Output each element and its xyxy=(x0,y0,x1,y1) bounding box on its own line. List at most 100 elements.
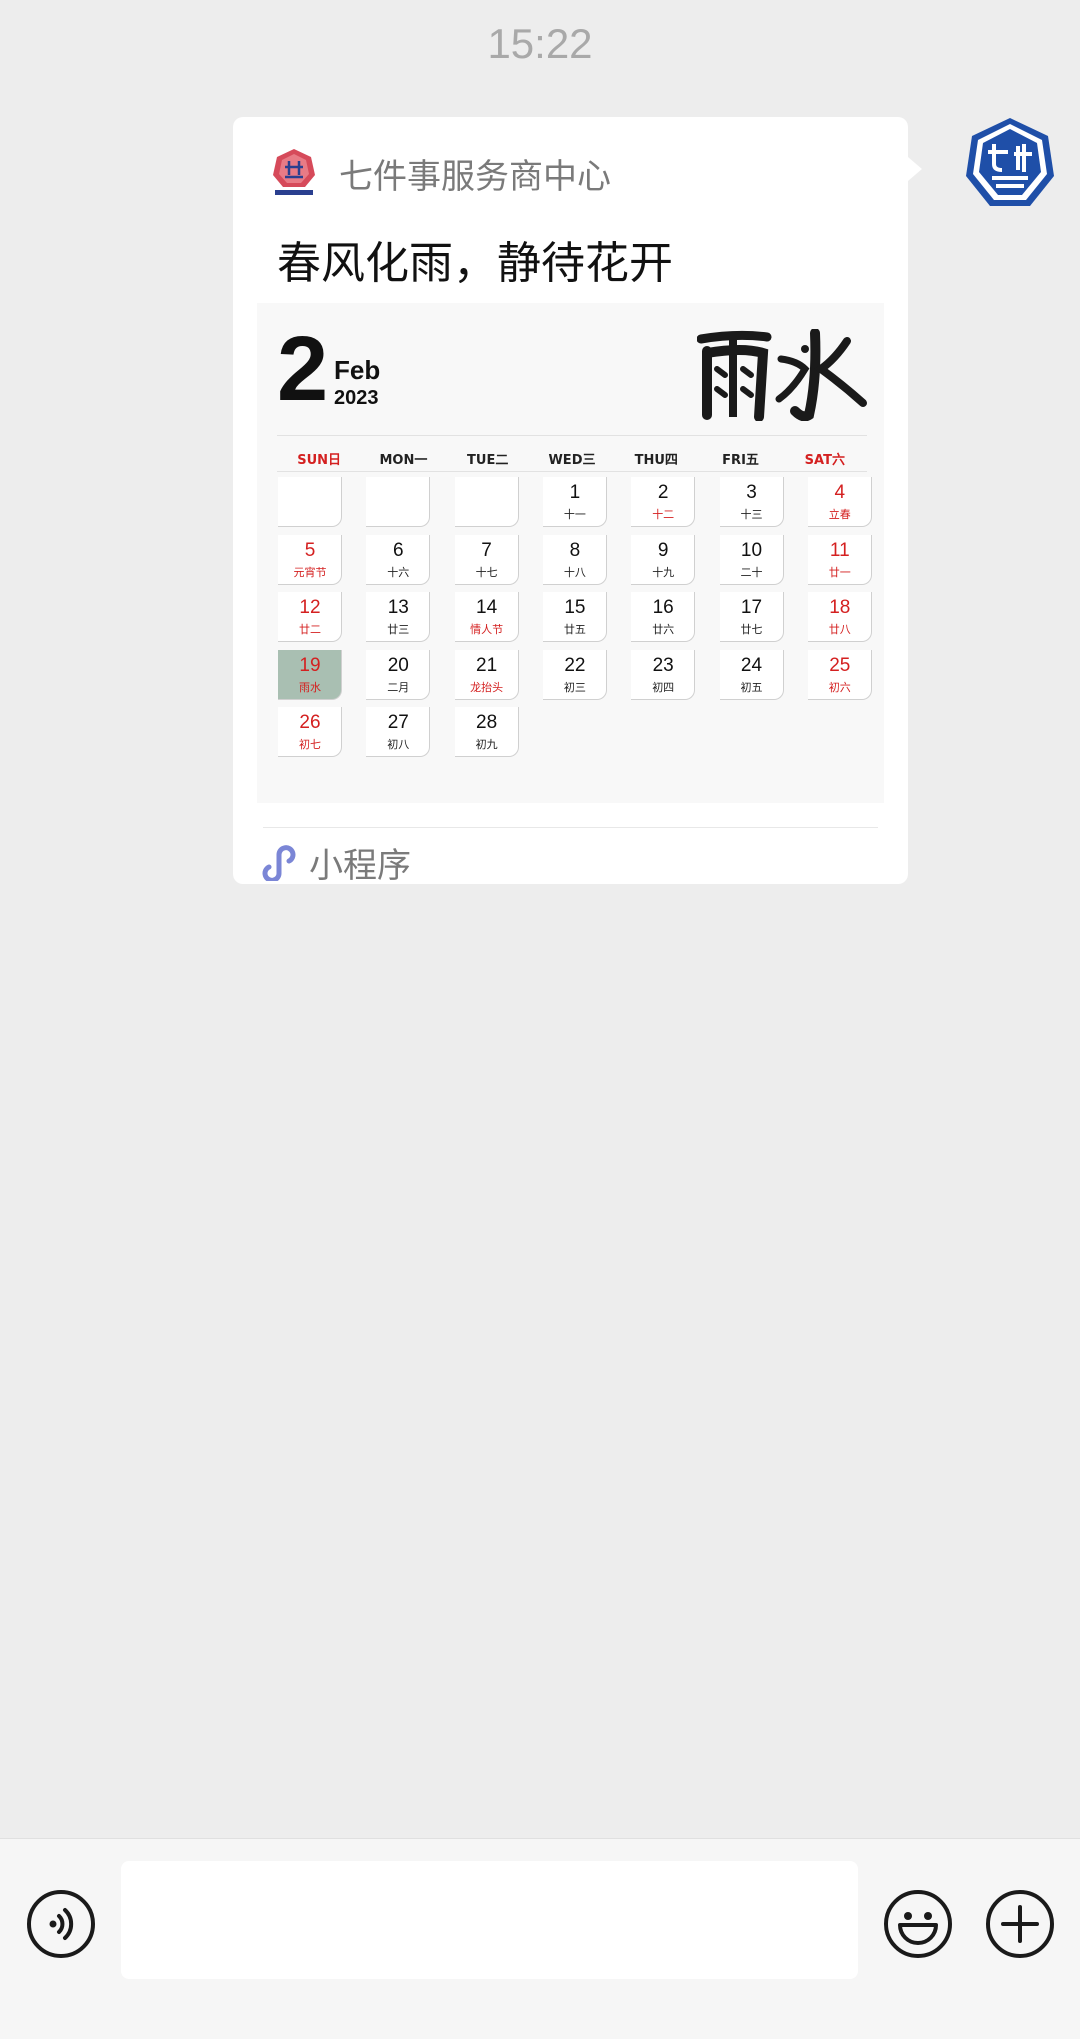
calendar-day-cell: 13 廿三 xyxy=(366,592,431,642)
calendar-lunar-label: 十七 xyxy=(475,565,498,579)
solar-term-calligraphy xyxy=(697,329,867,421)
calendar-day-number: 25 xyxy=(829,654,851,676)
calendar-day: 2 xyxy=(277,318,329,420)
calendar-day-number: 16 xyxy=(652,597,674,618)
calendar-lunar-label: 立春 xyxy=(828,508,851,521)
calendar-day-number: 9 xyxy=(657,539,669,561)
calendar-lunar-label: 初八 xyxy=(387,738,410,751)
calendar-lunar-label: 廿五 xyxy=(563,623,586,636)
calendar-lunar-label: 廿三 xyxy=(387,623,410,636)
calendar-day-cell: 1 十一 xyxy=(542,477,607,527)
weekday-label: SUN日 xyxy=(297,453,342,468)
calendar-day-number: 6 xyxy=(393,539,404,561)
calendar-day-number: 5 xyxy=(304,539,316,561)
calendar-lunar-label: 二月 xyxy=(387,680,410,694)
calendar-day-number: 21 xyxy=(476,654,498,676)
calendar-day-cell: 17 廿七 xyxy=(719,592,784,642)
calendar-day-cell: 15 廿五 xyxy=(542,592,607,642)
divider xyxy=(277,435,867,436)
calendar-day-cell: 7 十七 xyxy=(454,534,519,585)
calendar-day-number: 24 xyxy=(740,654,763,676)
plus-icon[interactable] xyxy=(985,1889,1055,1959)
card-source: 七件事服务商中心 xyxy=(271,147,611,199)
calendar-day-number: 22 xyxy=(564,654,586,676)
weekday-header: SUN日 MON一 TUE二 WED三 THU四 FRI五 SAT六 xyxy=(277,449,867,468)
calendar-day-number: 27 xyxy=(387,712,409,733)
calendar-day-number: 8 xyxy=(569,539,581,561)
calendar-day-cell: 6 十六 xyxy=(366,534,431,585)
divider xyxy=(277,471,867,472)
weekday-label: FRI五 xyxy=(722,453,759,468)
calendar-day-cell: 11 廿一 xyxy=(807,534,872,585)
calendar-empty-cell xyxy=(454,477,519,527)
calendar-lunar-label: 廿六 xyxy=(652,623,675,636)
calendar-image: 2 Feb 20 23 SUN日 MON一 TUE二 WED三 THU四 FRI五… xyxy=(257,303,884,803)
mini-program-card[interactable]: 七件事服务商中心 春风化雨，静待花开 2 Feb 20 23 SUN日 MON一 … xyxy=(233,117,922,887)
calendar-lunar-label: 初三 xyxy=(563,680,586,694)
calendar-lunar-label: 廿八 xyxy=(828,623,851,636)
weekday-label: SAT六 xyxy=(804,453,845,468)
calendar-lunar-label: 初四 xyxy=(652,680,675,694)
calendar-lunar-label: 元宵节 xyxy=(293,565,327,579)
calendar-lunar-label: 十九 xyxy=(652,565,675,579)
calendar-day-number: 28 xyxy=(476,712,498,733)
source-logo-icon xyxy=(273,149,315,195)
voice-icon[interactable] xyxy=(26,1889,96,1959)
timestamp: 15:22 xyxy=(487,20,593,67)
calendar-lunar-label: 十二 xyxy=(652,508,675,521)
avatar[interactable] xyxy=(964,116,1056,208)
calendar-day-number: 20 xyxy=(387,654,409,676)
weekday-label: TUE二 xyxy=(467,453,509,468)
calendar-lunar-label: 初九 xyxy=(475,738,498,751)
calendar-day-cell: 5 元宵节 xyxy=(278,534,342,585)
calendar-day-cell: 3 十三 xyxy=(719,477,784,527)
calendar-day-number: 23 xyxy=(652,654,674,676)
calendar-lunar-label: 情人节 xyxy=(470,623,504,636)
calendar-lunar-label: 初五 xyxy=(740,680,763,694)
calendar-lunar-label: 廿七 xyxy=(740,623,763,636)
mini-program-footer: 小程序 xyxy=(261,837,411,887)
calendar-day-cell: 23 初四 xyxy=(631,649,696,700)
calendar-day-cell: 2 十二 xyxy=(631,477,696,527)
source-name: 七件事服务商中心 xyxy=(339,156,611,197)
calendar-lunar-label: 十八 xyxy=(563,565,586,579)
calendar-day-cell: 21 龙抬头 xyxy=(454,649,519,700)
calendar-day-number: 2 xyxy=(657,482,669,503)
message-input[interactable] xyxy=(121,1861,858,1979)
calendar-day-number: 14 xyxy=(476,597,498,618)
card-divider xyxy=(263,827,878,828)
mini-program-label: 小程序 xyxy=(309,845,411,886)
calendar-day-number: 19 xyxy=(299,654,321,676)
calendar-day-cell: 9 十九 xyxy=(631,534,696,585)
calendar-lunar-label: 二十 xyxy=(740,565,763,579)
calendar-day-number: 4 xyxy=(834,482,846,503)
calendar-lunar-label: 十六 xyxy=(387,565,410,579)
mini-program-icon xyxy=(262,845,296,881)
input-bar xyxy=(0,1838,1080,2039)
calendar-day-cell: 25 初六 xyxy=(807,649,872,700)
weekday-label: MON一 xyxy=(379,453,428,468)
calendar-lunar-label: 廿二 xyxy=(299,623,321,636)
calendar-day-number: 18 xyxy=(829,597,851,618)
calendar-day-number: 26 xyxy=(299,712,321,733)
calendar-day-cell: 16 廿六 xyxy=(631,592,696,642)
calendar-empty-cell xyxy=(278,477,342,527)
card-title: 春风化雨，静待花开 xyxy=(277,238,673,289)
weekday-label: THU四 xyxy=(634,453,678,468)
calendar-day-number: 13 xyxy=(387,597,409,618)
calendar-day-cell: 22 初三 xyxy=(542,649,607,700)
calendar-lunar-label: 十三 xyxy=(740,508,763,521)
calendar-lunar-label: 廿一 xyxy=(828,565,851,579)
calendar-lunar-label: 初七 xyxy=(299,738,321,751)
calendar-day-cell: 28 初九 xyxy=(454,707,519,757)
calendar-day-number: 11 xyxy=(829,539,850,561)
calendar-day-cell: 10 二十 xyxy=(719,534,784,585)
calendar-day-number: 10 xyxy=(740,539,763,561)
calendar-month: Feb xyxy=(334,355,381,385)
emoji-icon[interactable] xyxy=(883,1889,953,1959)
calendar-day-number: 1 xyxy=(569,482,581,503)
calendar-day-cell: 27 初八 xyxy=(366,707,431,757)
calendar-day-number: 12 xyxy=(299,597,321,618)
calendar-day-cell: 8 十八 xyxy=(542,534,607,585)
calendar-lunar-label: 十一 xyxy=(563,508,586,521)
